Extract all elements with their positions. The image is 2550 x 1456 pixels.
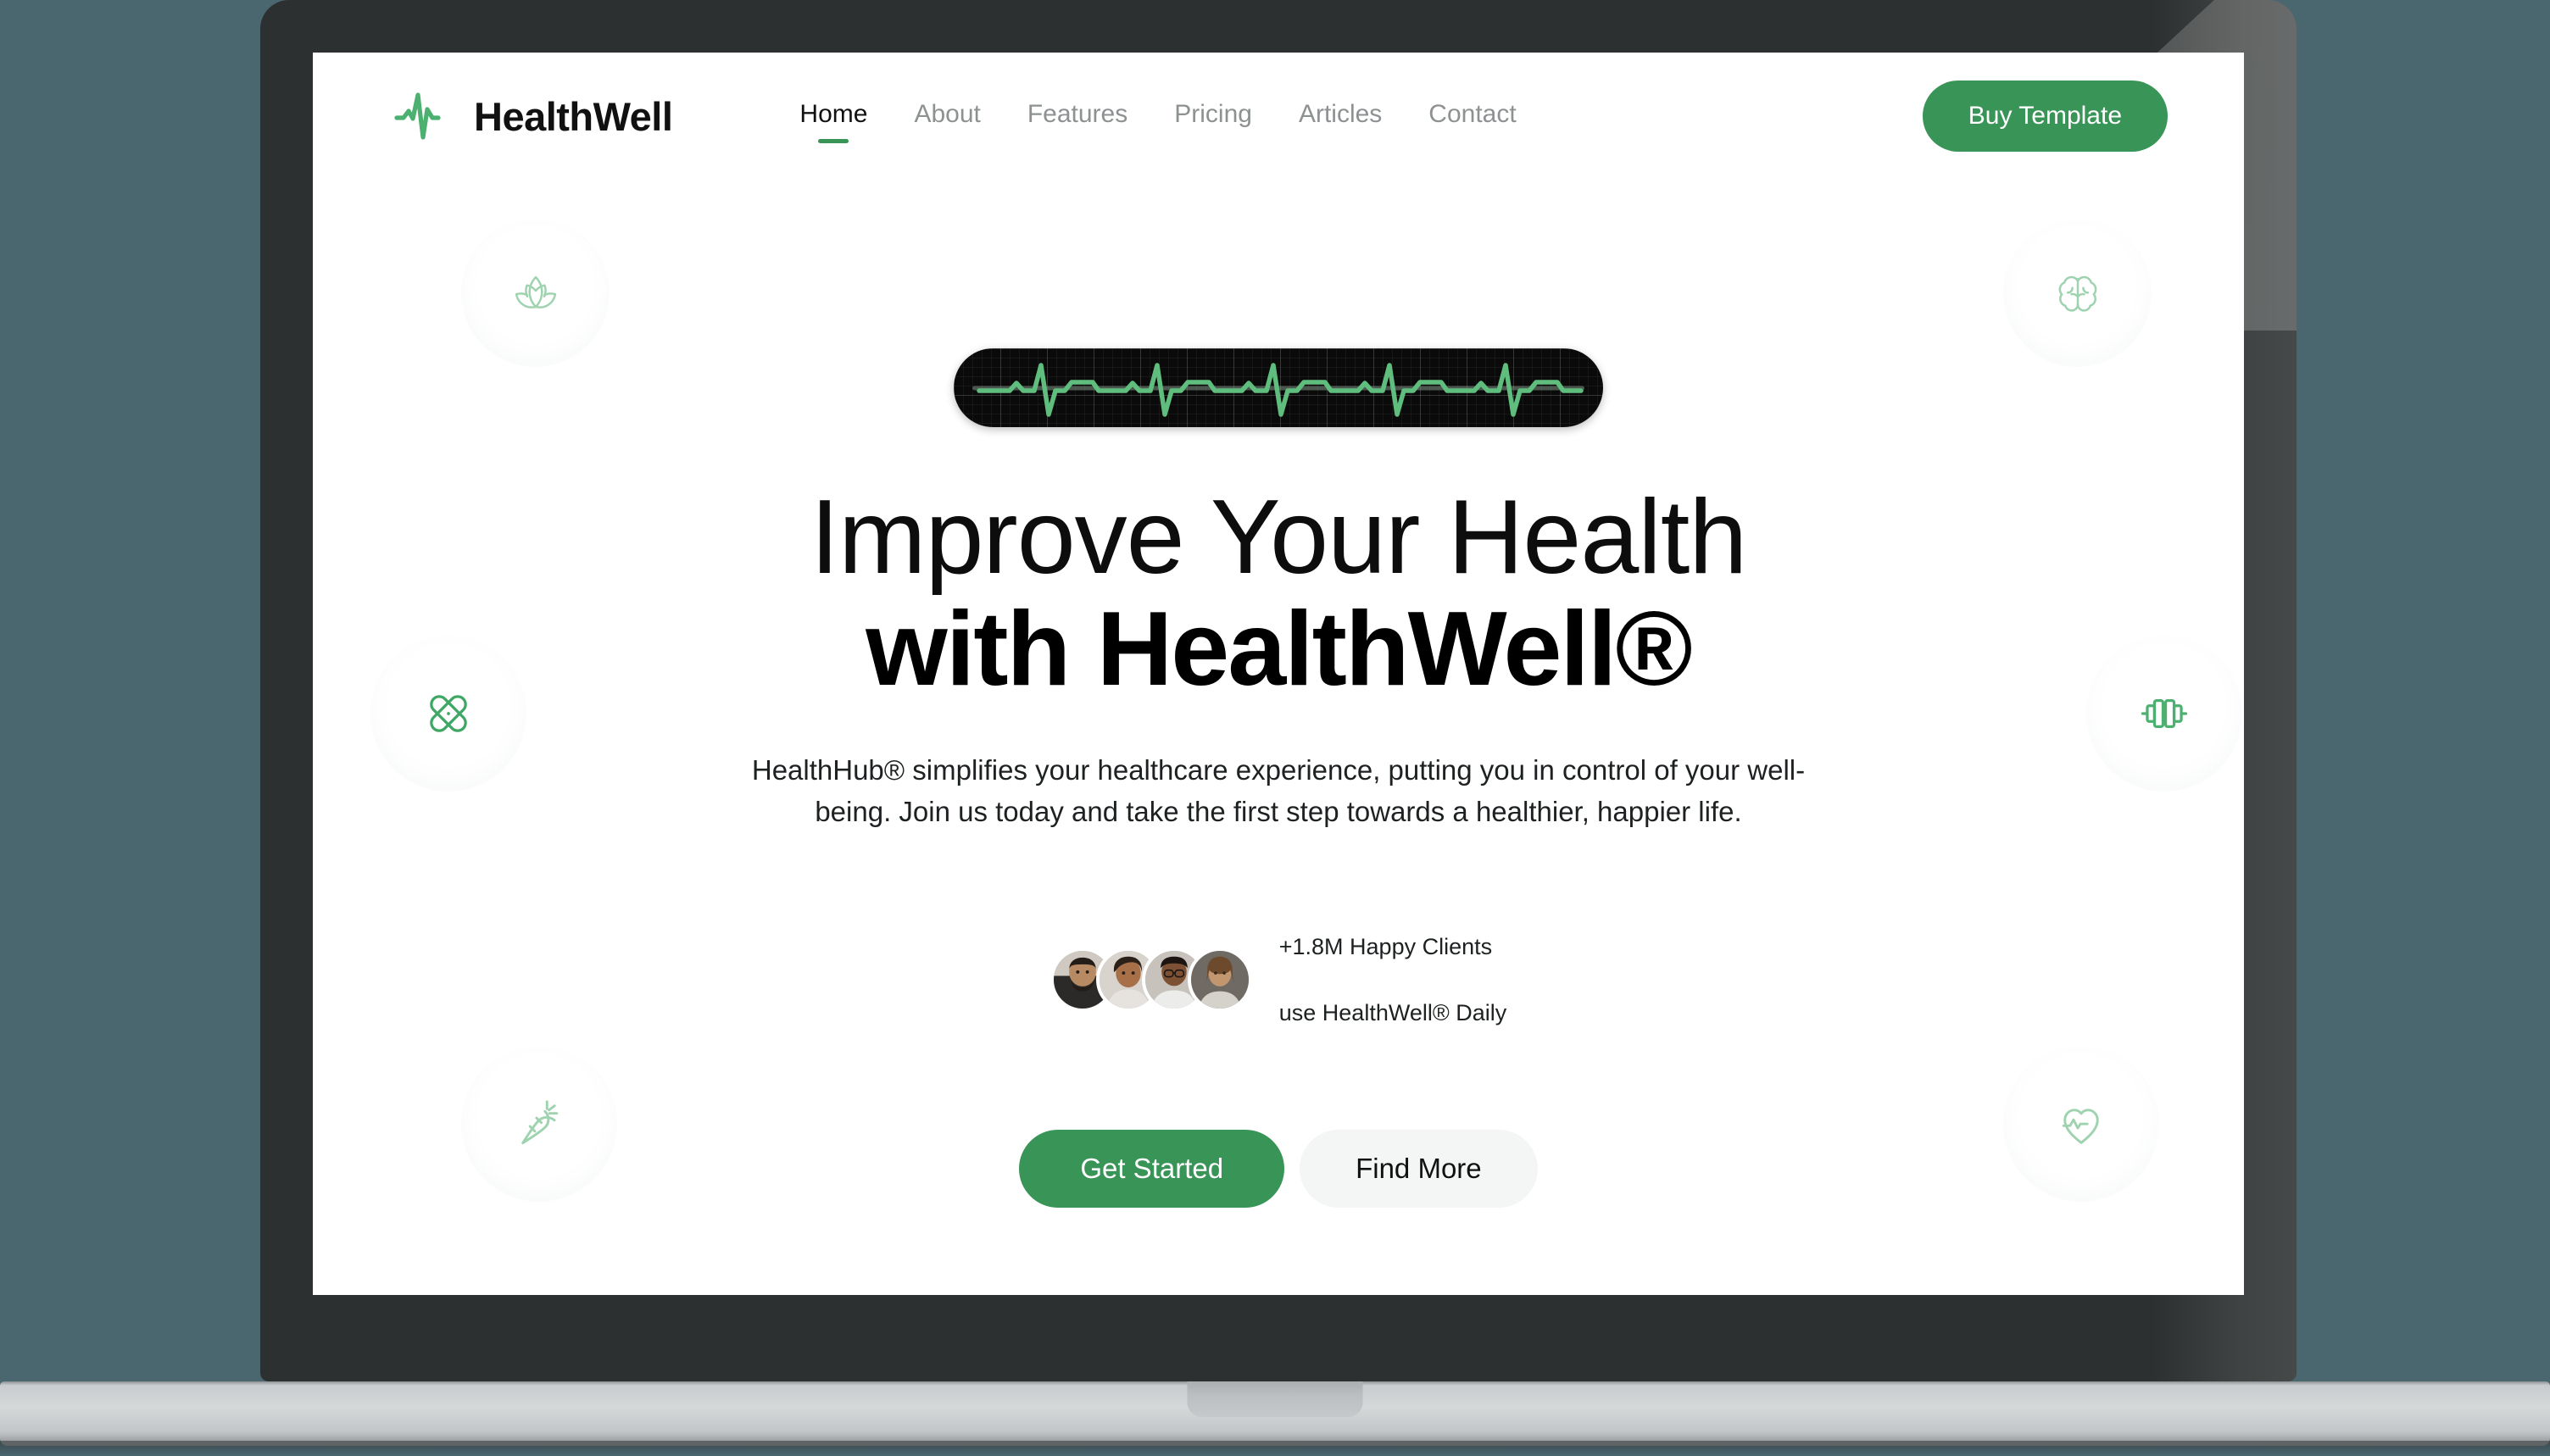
- page-title-line-2: with HealthWell®: [866, 590, 1692, 708]
- laptop-base: [0, 1381, 2550, 1446]
- social-proof-line-1: +1.8M Happy Clients: [1278, 933, 1493, 959]
- hero-section: Improve Your Health with HealthWell® Hea…: [313, 180, 2244, 1295]
- brand-name: HealthWell: [474, 93, 673, 139]
- buy-template-button[interactable]: Buy Template: [1922, 81, 2168, 152]
- find-more-button[interactable]: Find More: [1300, 1130, 1538, 1209]
- laptop-device-mockup: HealthWell Home About Features Pricing A…: [260, 0, 2297, 1381]
- cta-button-row: Get Started Find More: [1019, 1130, 1538, 1209]
- avatar-stack: [1050, 948, 1252, 1013]
- social-proof-text: +1.8M Happy Clients use HealthWell® Dail…: [1279, 897, 1507, 1062]
- nav-item-contact[interactable]: Contact: [1428, 100, 1516, 132]
- social-proof: +1.8M Happy Clients use HealthWell® Dail…: [1050, 897, 1507, 1062]
- nav-item-home[interactable]: Home: [799, 100, 867, 132]
- laptop-base-shadow: [0, 1441, 2550, 1456]
- ecg-trace: [977, 363, 1584, 417]
- nav-item-pricing[interactable]: Pricing: [1174, 100, 1252, 132]
- ecg-heartbeat-monitor-icon: [954, 348, 1603, 427]
- avatar: [1187, 948, 1252, 1013]
- hero-subtitle: HealthHub® simplifies your healthcare ex…: [751, 754, 1806, 828]
- social-proof-line-2: use HealthWell® Daily: [1278, 999, 1507, 1025]
- laptop-screen: HealthWell Home About Features Pricing A…: [313, 53, 2244, 1295]
- laptop-base-notch: [1187, 1381, 1363, 1417]
- page-title-line-1: Improve Your Health: [810, 479, 1748, 596]
- get-started-button[interactable]: Get Started: [1019, 1130, 1285, 1209]
- main-navigation: Home About Features Pricing Articles Con…: [799, 100, 1516, 132]
- laptop-lid: HealthWell Home About Features Pricing A…: [260, 0, 2297, 1381]
- nav-item-about[interactable]: About: [914, 100, 980, 132]
- brand-logo[interactable]: HealthWell: [394, 90, 673, 142]
- nav-item-features[interactable]: Features: [1027, 100, 1127, 132]
- site-header: HealthWell Home About Features Pricing A…: [313, 53, 2244, 180]
- pulse-wave-icon: [394, 92, 441, 140]
- nav-item-articles[interactable]: Articles: [1299, 100, 1382, 132]
